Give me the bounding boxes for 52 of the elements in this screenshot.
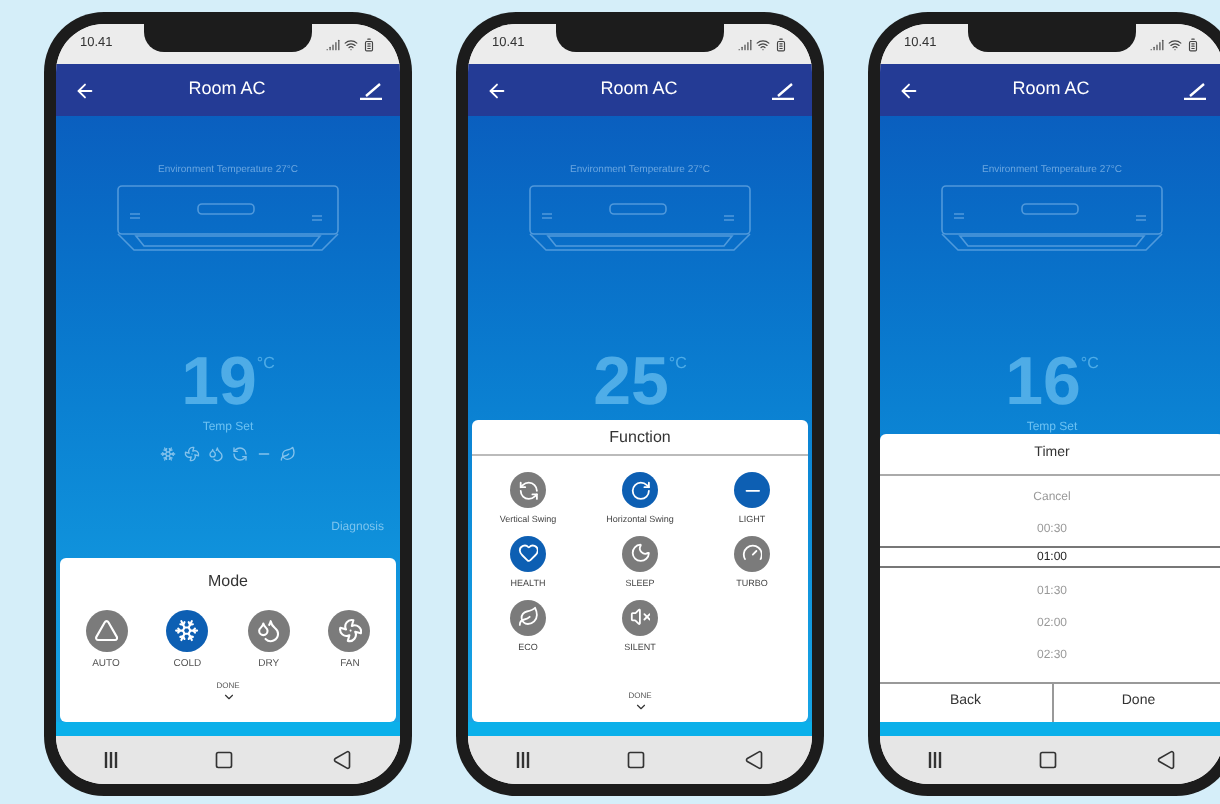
edit-icon[interactable]	[1181, 81, 1206, 99]
home-icon[interactable]	[626, 750, 647, 770]
fan-icon	[184, 445, 200, 461]
fan-icon	[337, 618, 363, 644]
wifi-icon	[344, 37, 358, 51]
signal-icon	[326, 37, 340, 51]
chevron-down-icon	[221, 689, 235, 703]
page-title: Room AC	[600, 76, 678, 103]
battery-icon	[774, 37, 788, 51]
swing-icon	[232, 445, 248, 461]
back-icon[interactable]	[743, 750, 764, 770]
page-title: Room AC	[1012, 76, 1090, 103]
gauge-icon	[741, 542, 763, 565]
recent-apps-icon[interactable]	[104, 752, 119, 768]
moon-icon	[629, 542, 651, 565]
temperature-value: 25	[593, 347, 669, 415]
recent-apps-icon[interactable]	[928, 752, 943, 768]
back-arrow-icon[interactable]	[74, 79, 96, 101]
chevron-down-icon	[633, 700, 647, 714]
back-icon[interactable]	[331, 750, 352, 770]
snowflake-icon	[174, 618, 200, 644]
edit-icon[interactable]	[357, 81, 382, 99]
mute-icon	[629, 606, 651, 628]
triangle-icon	[93, 618, 119, 644]
signal-icon	[1150, 37, 1164, 51]
back-arrow-icon[interactable]	[898, 79, 920, 101]
edit-icon[interactable]	[769, 81, 794, 99]
home-icon[interactable]	[214, 750, 235, 770]
back-icon[interactable]	[1155, 750, 1176, 770]
battery-icon	[362, 37, 376, 51]
back-arrow-icon[interactable]	[486, 79, 508, 101]
leaf-icon	[280, 445, 296, 461]
battery-icon	[1186, 37, 1200, 51]
signal-icon	[738, 37, 752, 51]
heart-icon	[517, 542, 539, 565]
circular-arrows-icon	[517, 479, 539, 501]
droplets-icon	[256, 618, 282, 644]
wifi-icon	[756, 37, 770, 51]
temperature-unit: °C	[1080, 351, 1099, 375]
sheet-title: Mode	[207, 570, 248, 594]
sheet-title: Function	[609, 426, 671, 450]
recent-apps-icon[interactable]	[516, 752, 531, 768]
temperature-value: 16	[1005, 347, 1081, 415]
page-title: Room AC	[188, 76, 266, 103]
temperature-value: 19	[181, 347, 257, 415]
temperature-unit: °C	[668, 351, 687, 375]
leaf-icon	[517, 606, 539, 628]
wifi-icon	[1168, 37, 1182, 51]
drop-icon	[208, 445, 224, 461]
home-icon[interactable]	[1038, 750, 1059, 770]
temperature-unit: °C	[256, 351, 275, 375]
rotate-icon	[629, 479, 651, 501]
